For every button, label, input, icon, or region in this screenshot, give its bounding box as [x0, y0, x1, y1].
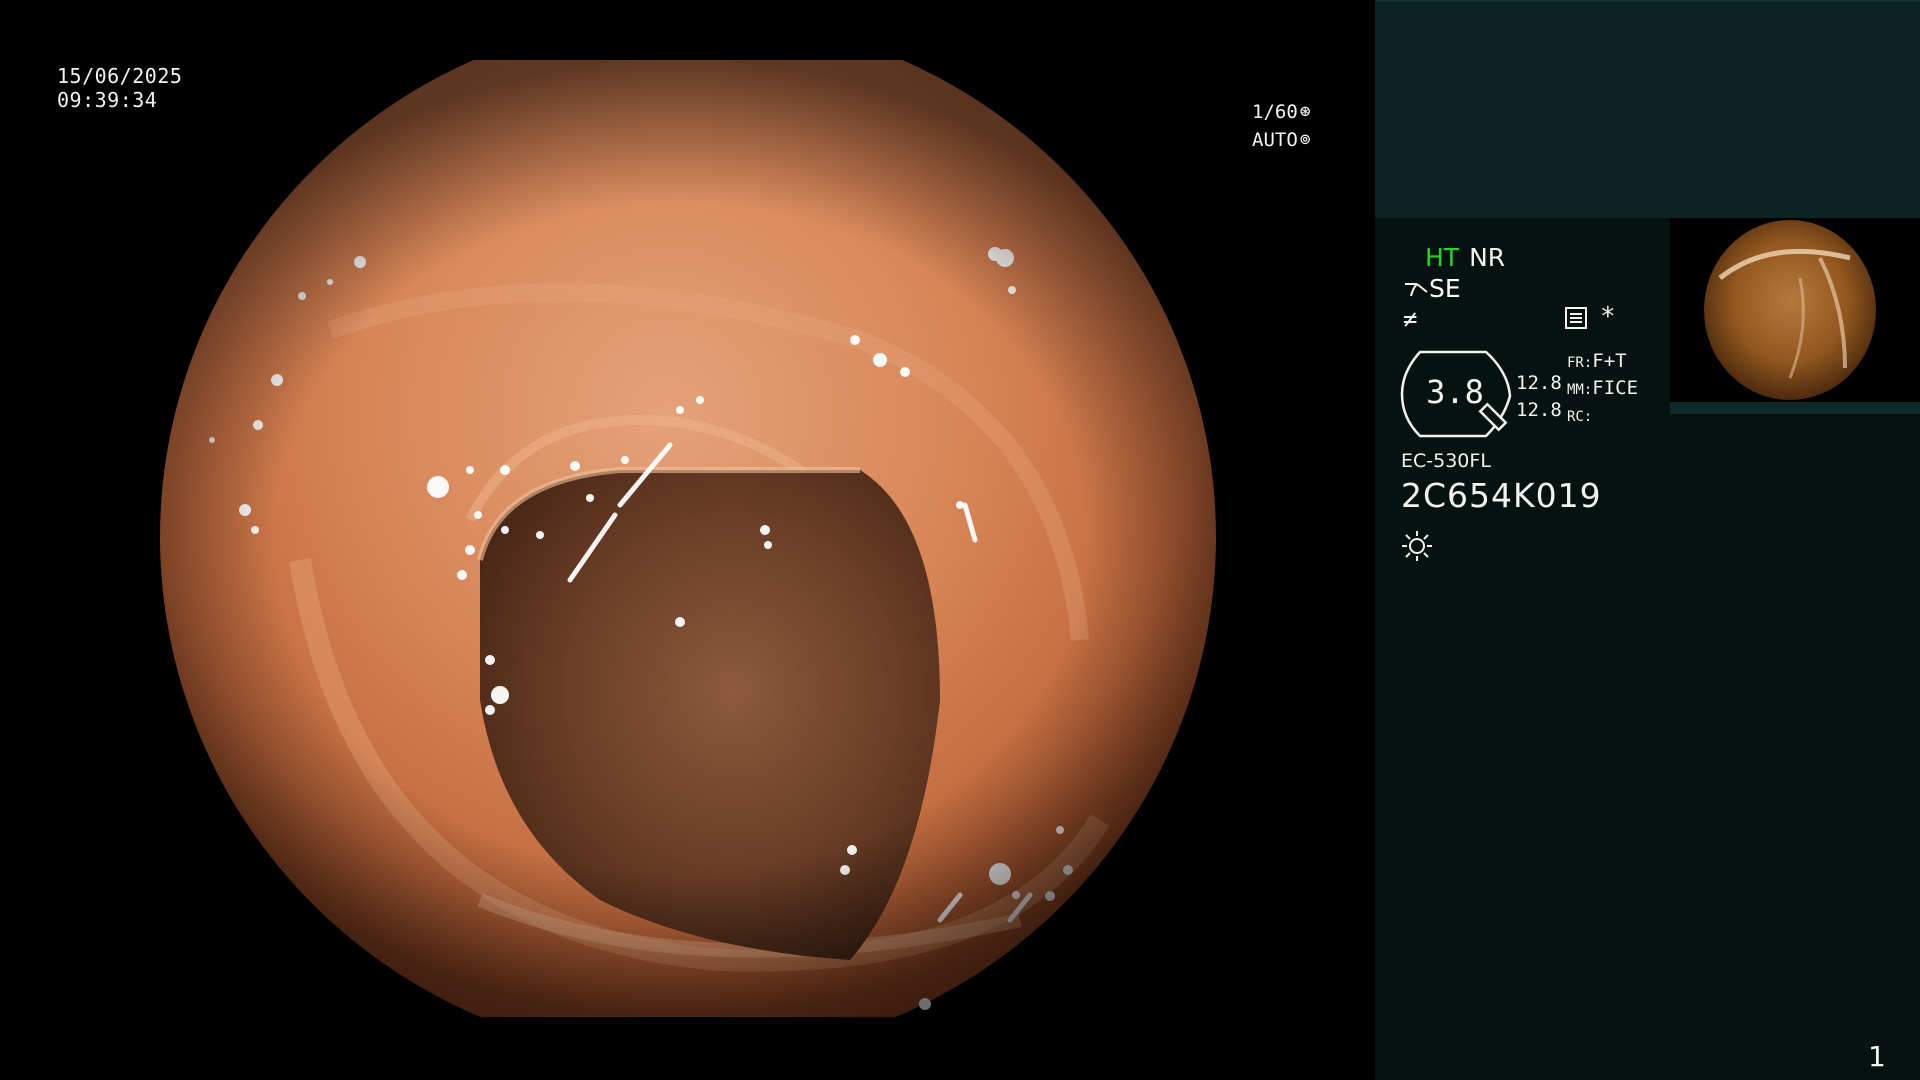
thumbnail-image: [1704, 220, 1876, 400]
endoscopy-screen: 15/06/2025 09:39:34 1/60 ⊛ AUTO ⊚ HT NR S…: [0, 0, 1920, 1080]
info-panel: HT NR SE ≠ * 3.8 12.8 12.8 FR:F+T MM:FIC…: [1375, 0, 1920, 1080]
mm-value: FICE: [1592, 377, 1639, 399]
shutter-speed-label: 1/60: [1252, 101, 1298, 123]
nr-mode-label: NR: [1469, 243, 1506, 272]
mm-key: MM:: [1567, 382, 1593, 398]
lens-value-1: 12.8: [1516, 372, 1562, 394]
se-row: SE: [1403, 274, 1461, 304]
thumbnail-preview[interactable]: [1670, 218, 1920, 402]
settings-keys: FR:F+T MM:FICE RC:: [1567, 349, 1638, 430]
asterisk-icon: *: [1600, 302, 1616, 332]
time-label: 09:39:34: [57, 88, 158, 112]
date-time-overlay: 15/06/2025 09:39:34: [57, 64, 182, 112]
zoom-value: 3.8: [1426, 373, 1484, 411]
ht-mode-label: HT: [1425, 243, 1460, 272]
aperture-icon: ⊛: [1299, 101, 1311, 122]
date-label: 15/06/2025: [57, 64, 183, 88]
scope-serial: 2C654K019: [1401, 476, 1602, 515]
info-panel-header-area: [1375, 0, 1920, 218]
scope-model: EC-530FL: [1401, 450, 1491, 472]
se-label: SE: [1429, 274, 1461, 303]
endoscope-image: [100, 60, 1260, 1017]
page-number: 1: [1868, 1040, 1886, 1073]
lens-value-2: 12.8: [1516, 399, 1562, 421]
thumbnail-strip-bar: [1670, 402, 1920, 414]
structure-enhance-icon: [1405, 283, 1428, 297]
image-mode-row: HT NR: [1425, 243, 1505, 273]
light-source-icon: [1402, 531, 1432, 561]
lens-values: 12.8 12.8: [1516, 370, 1562, 424]
shutter-overlay: 1/60 ⊛ AUTO ⊚: [1252, 98, 1311, 154]
gamma-curve-icon: ≠: [1403, 305, 1418, 333]
exposure-mode-label: AUTO: [1252, 129, 1298, 151]
rc-key: RC:: [1567, 409, 1593, 425]
thumbnail-status-strip: [1670, 402, 1920, 414]
fr-key: FR:: [1567, 355, 1593, 371]
menu-settings-icon: [1565, 307, 1587, 329]
endoscope-view: 15/06/2025 09:39:34 1/60 ⊛ AUTO ⊚: [0, 0, 1375, 1080]
fr-value: F+T: [1592, 350, 1627, 372]
iris-icon: ⊚: [1299, 129, 1311, 150]
